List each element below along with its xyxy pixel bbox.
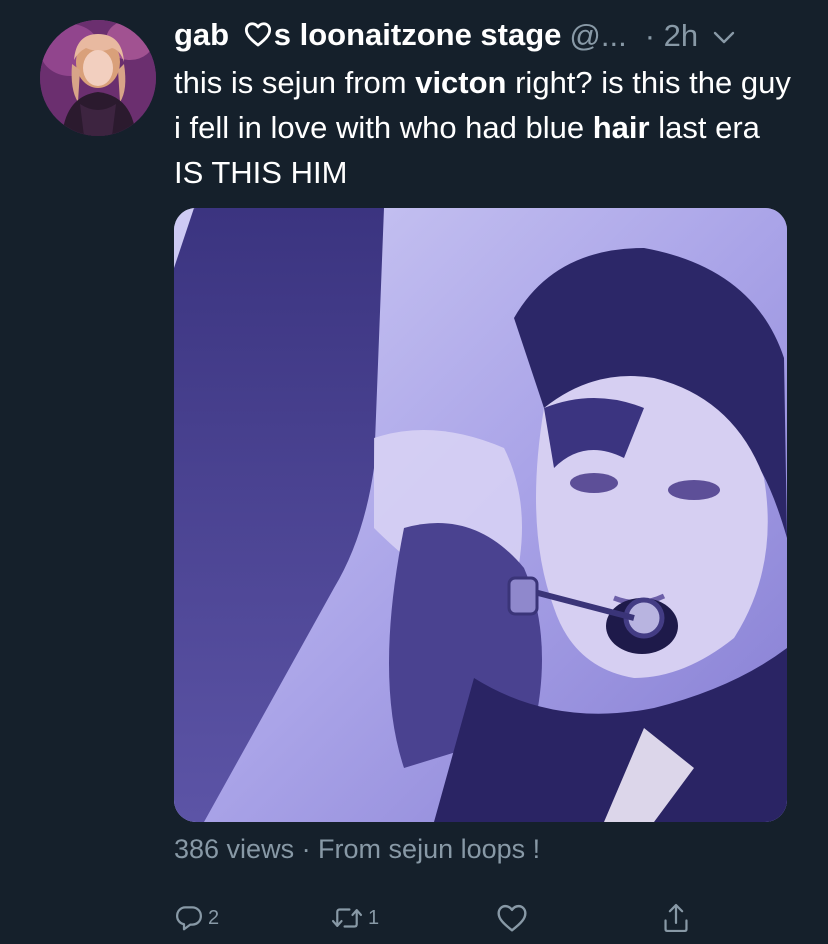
like-button[interactable] [496,898,532,938]
tweet-timestamp[interactable]: · 2h [645,18,698,54]
heart-outline-icon [244,19,272,55]
like-icon [496,903,528,933]
display-name-post: s loonaitzone stage [273,17,562,53]
tweet[interactable]: gab s loonaitzone stage @... · 2h this i… [0,0,828,944]
share-icon [662,902,690,934]
tweet-media-video[interactable] [174,208,787,822]
retweet-button[interactable]: 1 [330,898,379,938]
tweet-text-bold-segment: victon [415,65,507,100]
chevron-down-icon[interactable] [712,18,736,54]
tweet-header: gab s loonaitzone stage @... · 2h [174,14,794,58]
share-button[interactable] [662,898,694,938]
video-frame [174,208,787,822]
tweet-text: this is sejun from victon right? is this… [174,60,794,195]
avatar[interactable] [40,20,156,136]
user-handle[interactable]: @... [569,18,626,54]
reply-count: 2 [208,906,220,929]
tweet-actions: 2 1 [174,898,794,938]
reply-button[interactable]: 2 [174,898,219,938]
avatar-image [40,20,156,136]
display-name[interactable]: gab s loonaitzone stage [174,17,561,55]
reply-icon [174,903,204,933]
media-views-line[interactable]: 386 views · From sejun loops ! [174,834,540,865]
tweet-text-bold-segment: hair [592,110,650,145]
tweet-text-segment: this is sejun from [174,65,416,100]
display-name-pre: gab [174,17,230,53]
retweet-count: 1 [368,906,380,929]
retweet-icon [330,903,364,933]
